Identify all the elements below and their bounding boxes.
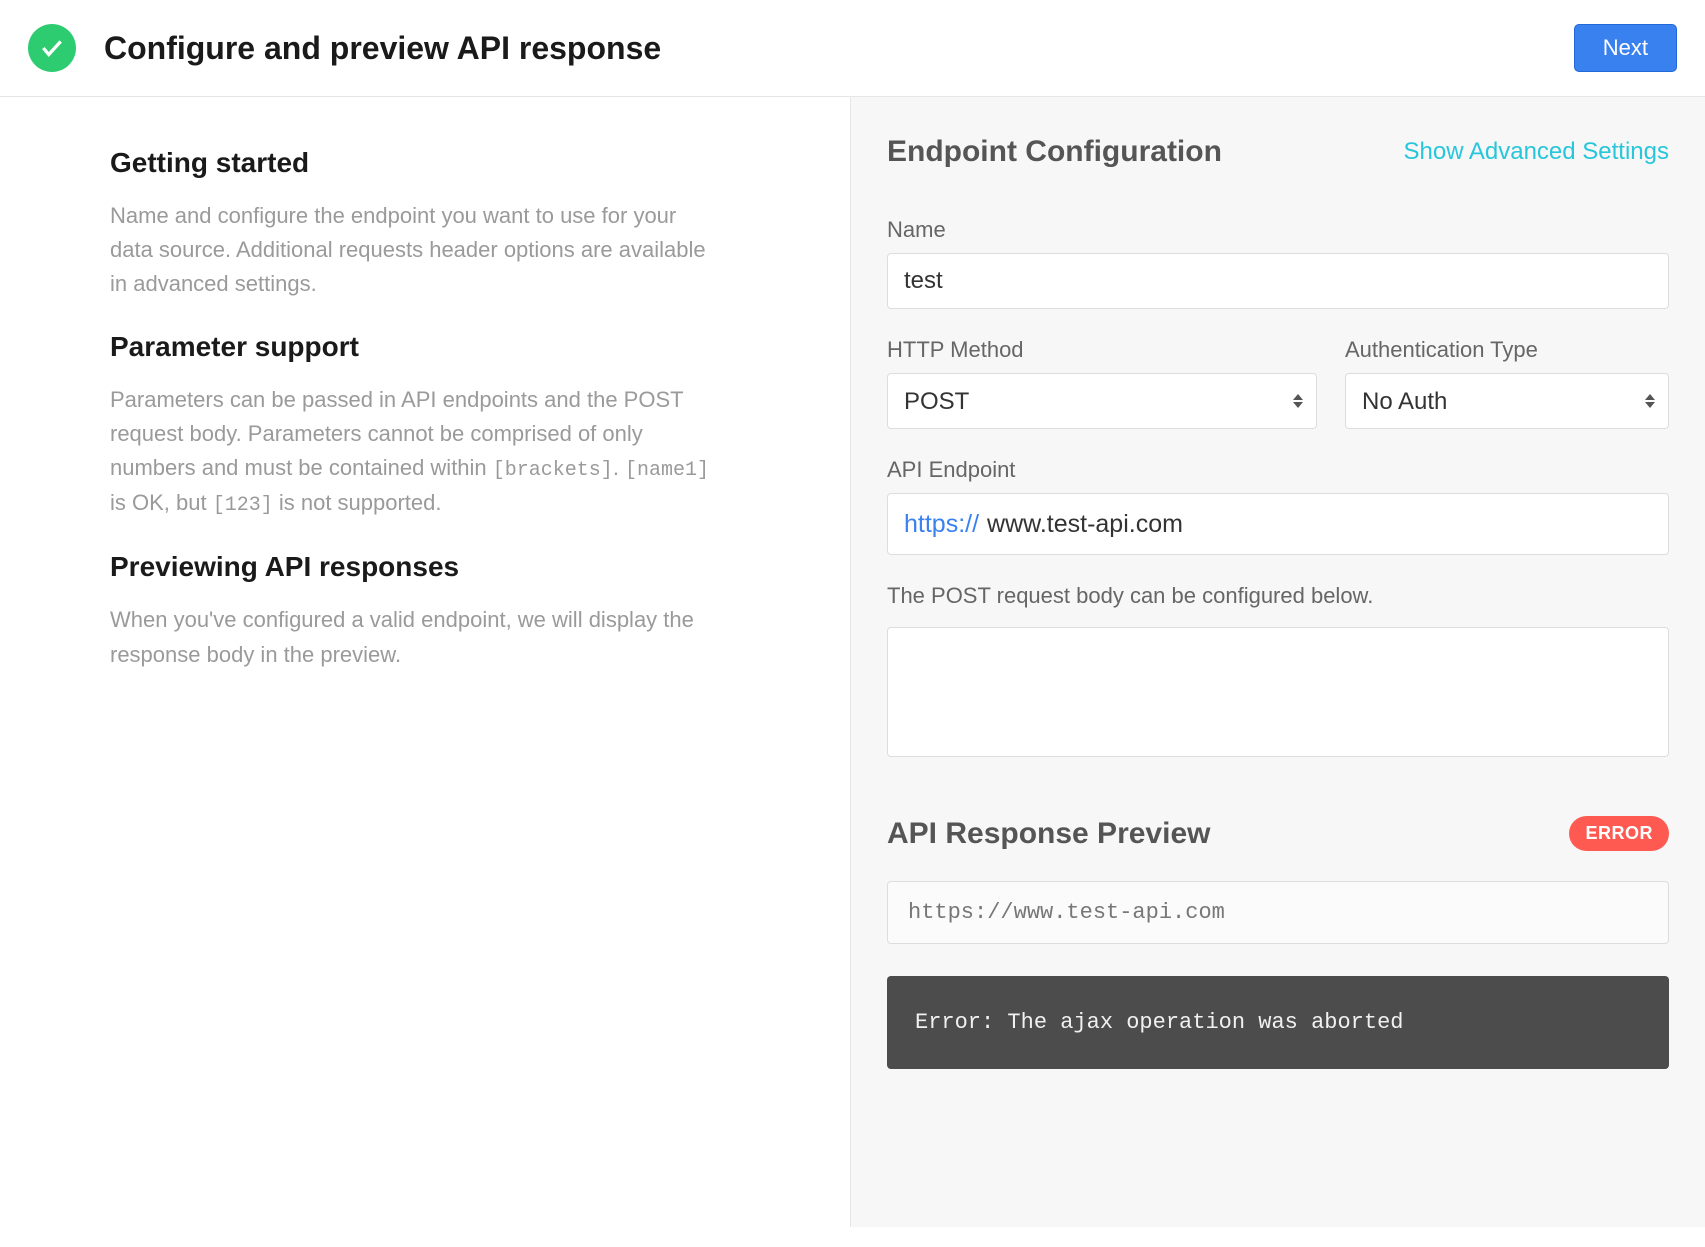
previewing-body: When you've configured a valid endpoint,… xyxy=(110,603,720,671)
parameter-support-heading: Parameter support xyxy=(110,331,740,363)
page-header: Configure and preview API response Next xyxy=(0,0,1705,97)
endpoint-protocol-prefix: https:// xyxy=(904,510,979,539)
auth-type-select[interactable]: No Auth xyxy=(1345,373,1669,429)
auth-type-label: Authentication Type xyxy=(1345,337,1669,363)
http-method-label: HTTP Method xyxy=(887,337,1317,363)
parameter-suffix-text: is not supported. xyxy=(273,490,442,515)
previewing-heading: Previewing API responses xyxy=(110,551,740,583)
parameter-support-body: Parameters can be passed in API endpoint… xyxy=(110,383,720,521)
next-button[interactable]: Next xyxy=(1574,24,1677,72)
http-method-select[interactable]: POST xyxy=(887,373,1317,429)
getting-started-heading: Getting started xyxy=(110,147,740,179)
api-endpoint-label: API Endpoint xyxy=(887,457,1669,483)
show-advanced-settings-link[interactable]: Show Advanced Settings xyxy=(1403,138,1669,166)
parameter-code-123: [123] xyxy=(213,494,273,517)
parameter-code-brackets: [brackets] xyxy=(493,459,613,482)
preview-error-message: Error: The ajax operation was aborted xyxy=(887,976,1669,1069)
config-panel: Endpoint Configuration Show Advanced Set… xyxy=(850,97,1705,1227)
api-endpoint-input[interactable] xyxy=(987,510,1652,539)
page-title: Configure and preview API response xyxy=(104,30,661,67)
api-response-preview-title: API Response Preview xyxy=(887,817,1210,851)
getting-started-body: Name and configure the endpoint you want… xyxy=(110,199,720,301)
post-body-help-text: The POST request body can be configured … xyxy=(887,583,1669,609)
parameter-mid1-text: . xyxy=(613,455,625,480)
parameter-code-name1: [name1] xyxy=(625,459,709,482)
parameter-mid2-text: is OK, but xyxy=(110,490,213,515)
name-input[interactable] xyxy=(887,253,1669,309)
preview-request-url: https://www.test-api.com xyxy=(887,881,1669,944)
post-body-textarea[interactable] xyxy=(887,627,1669,757)
name-label: Name xyxy=(887,217,1669,243)
error-badge: ERROR xyxy=(1569,816,1669,851)
checkmark-icon xyxy=(28,24,76,72)
api-endpoint-input-wrap[interactable]: https:// xyxy=(887,493,1669,555)
instructions-panel: Getting started Name and configure the e… xyxy=(0,97,850,1227)
endpoint-config-title: Endpoint Configuration xyxy=(887,135,1222,169)
